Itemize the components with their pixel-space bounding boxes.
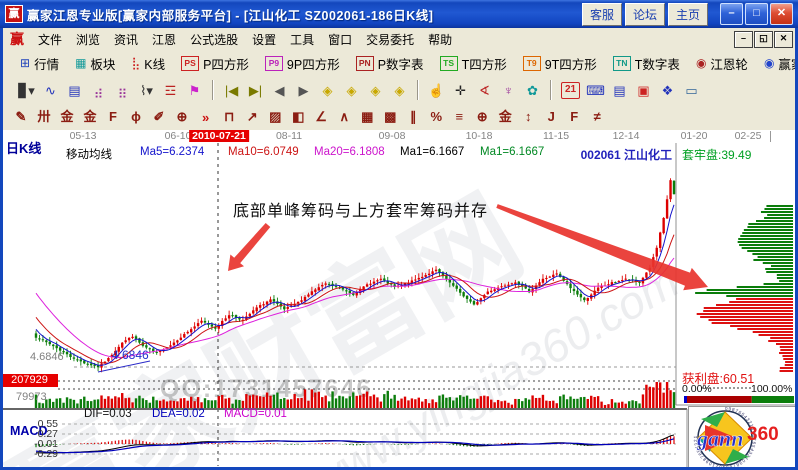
logo-360-text: 360	[747, 424, 779, 445]
indicator-row: 移动均线 Ma5=6.2374 Ma10=6.0749 Ma20=6.1808 Ma1=…	[0, 146, 680, 161]
logo-gann-text: gann	[696, 426, 743, 451]
date-axis: 05-13 06-10 2010-07-21 08-11 09-08 10-18 11-15…	[0, 130, 798, 143]
date-tick-5: 09-08	[378, 130, 406, 142]
date-tick-4: 08-11	[275, 130, 303, 142]
indicator-label-2: Ma5=6.2374	[140, 146, 205, 158]
window-border-left	[0, 28, 3, 470]
date-tick-9: 01-20	[680, 130, 708, 142]
gann360-logo-svg: 0987654321098765432109876543210987654321…	[693, 406, 779, 470]
date-axis-separator	[770, 131, 771, 142]
indicator-label-6: Ma1=6.1667	[480, 146, 545, 158]
indicator-label-4: Ma20=6.1808	[314, 146, 385, 158]
indicator-label-1: 移动均线	[66, 149, 112, 161]
indicator-label-3: Ma10=6.0749	[228, 146, 299, 158]
date-tick-2: 06-10	[164, 130, 192, 142]
date-tick-10: 02-25	[734, 130, 762, 142]
application-window: 赢 赢家江恩专业版[赢家内部服务平台] - [江山化工 SZ002061-186…	[0, 0, 798, 470]
date-highlight: 2010-07-21	[189, 130, 249, 142]
gann360-logo: 0987654321098765432109876543210987654321…	[688, 406, 796, 470]
date-tick-1: 05-13	[69, 130, 97, 142]
date-tick-6: 10-18	[465, 130, 493, 142]
main-chart-svg[interactable]	[0, 0, 798, 470]
date-tick-7: 11-15	[542, 130, 570, 142]
indicator-label-5: Ma1=6.1667	[400, 146, 465, 158]
date-tick-8: 12-14	[612, 130, 640, 142]
